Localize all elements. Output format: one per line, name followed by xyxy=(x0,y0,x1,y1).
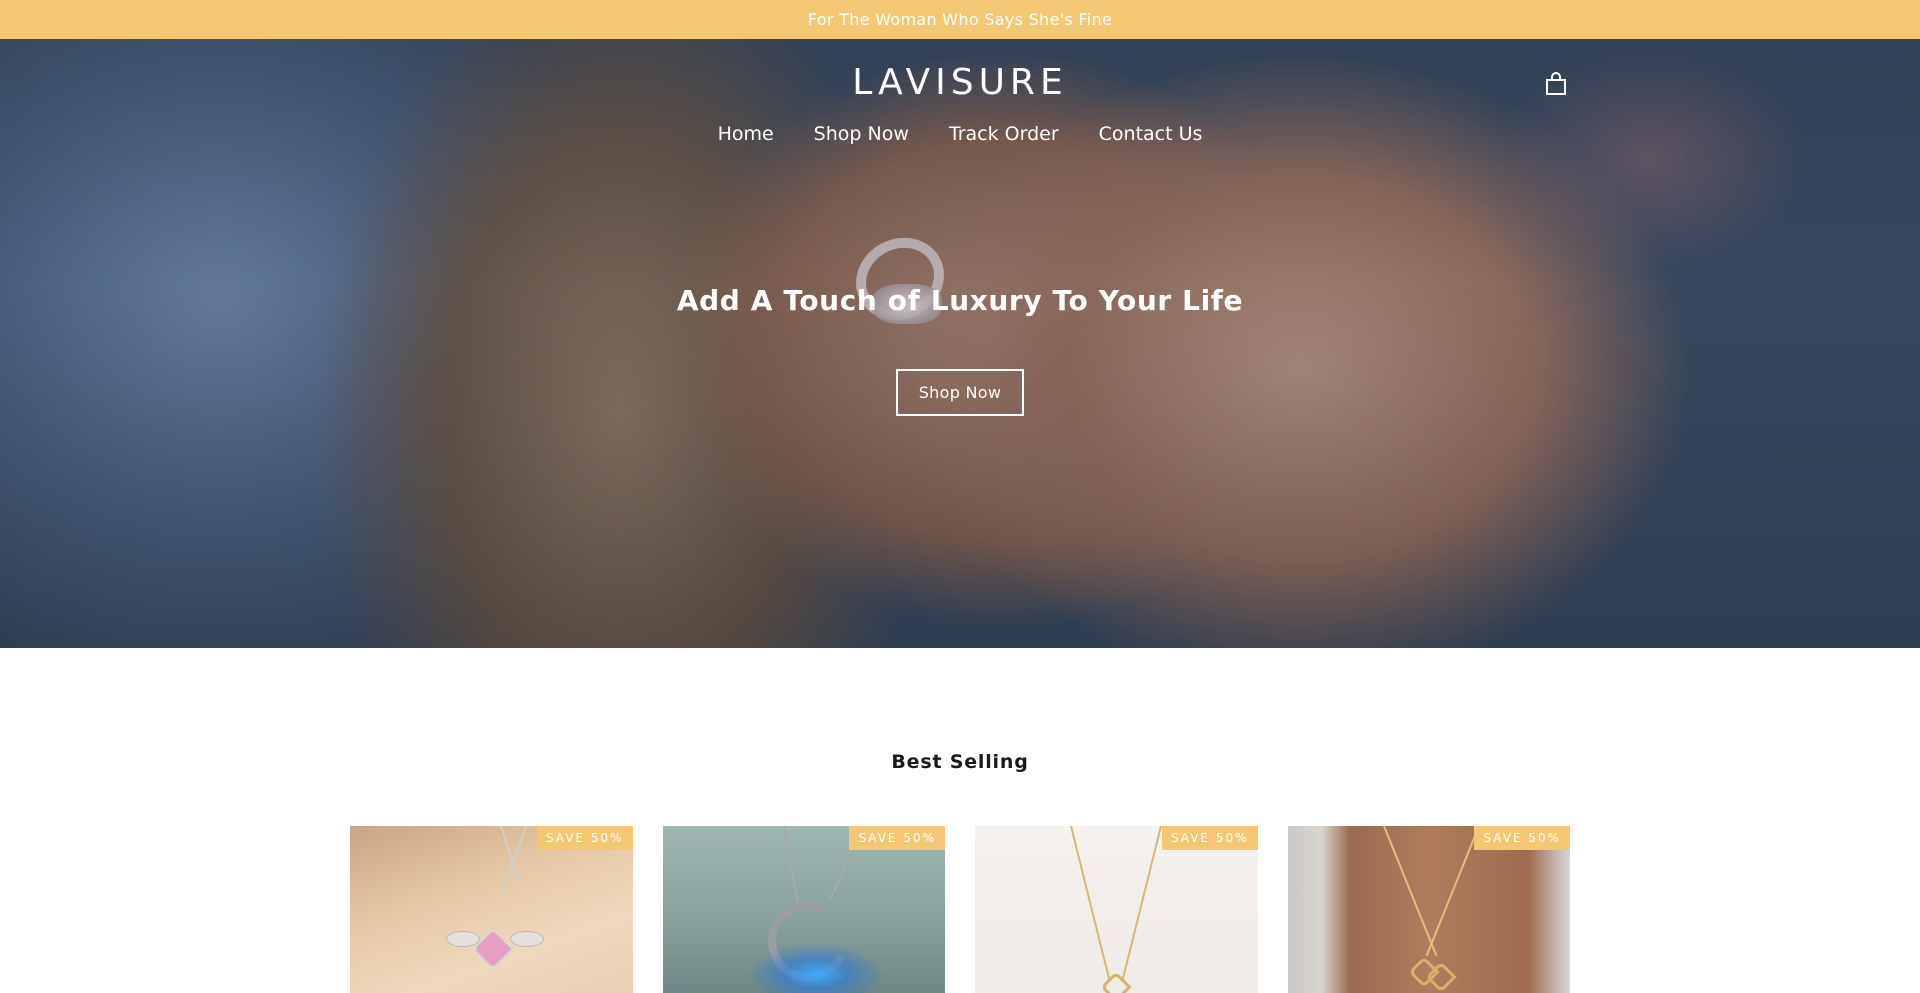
sale-badge: SAVE 50% xyxy=(536,826,633,850)
product-image[interactable] xyxy=(350,826,633,993)
nav-home[interactable]: Home xyxy=(718,123,774,145)
product-card[interactable]: SAVE 50% xyxy=(662,826,945,993)
sale-badge: SAVE 50% xyxy=(1474,826,1570,850)
announcement-text: For The Woman Who Says She's Fine xyxy=(807,10,1113,29)
site-logo[interactable]: LAVISURE xyxy=(0,62,1920,103)
nav-shop-now[interactable]: Shop Now xyxy=(814,123,909,145)
pink-heart-pendant xyxy=(474,930,512,968)
product-card[interactable]: SAVE 50% xyxy=(1287,826,1570,993)
sale-badge: SAVE 50% xyxy=(1161,826,1258,850)
product-card[interactable]: SAVE 50% xyxy=(350,826,633,993)
product-image[interactable] xyxy=(662,826,945,993)
product-grid: SAVE 50% SAVE 50% SAVE 50% SAVE 50% xyxy=(350,826,1570,993)
hero-shop-now-button[interactable]: Shop Now xyxy=(896,369,1024,416)
hero-title: Add A Touch of Luxury To Your Life xyxy=(676,284,1244,317)
product-card[interactable]: SAVE 50% xyxy=(975,826,1258,993)
gold-heart-pendant xyxy=(1100,971,1132,993)
announcement-bar: For The Woman Who Says She's Fine xyxy=(0,0,1920,39)
best-selling-title: Best Selling xyxy=(891,751,1029,773)
cart-icon[interactable] xyxy=(1544,72,1568,96)
sale-badge: SAVE 50% xyxy=(849,826,945,850)
product-image[interactable] xyxy=(1287,826,1570,993)
nav-track-order[interactable]: Track Order xyxy=(949,123,1059,145)
product-image[interactable] xyxy=(975,826,1258,993)
main-nav: Home Shop Now Track Order Contact Us xyxy=(0,123,1920,145)
nav-contact-us[interactable]: Contact Us xyxy=(1099,123,1203,145)
